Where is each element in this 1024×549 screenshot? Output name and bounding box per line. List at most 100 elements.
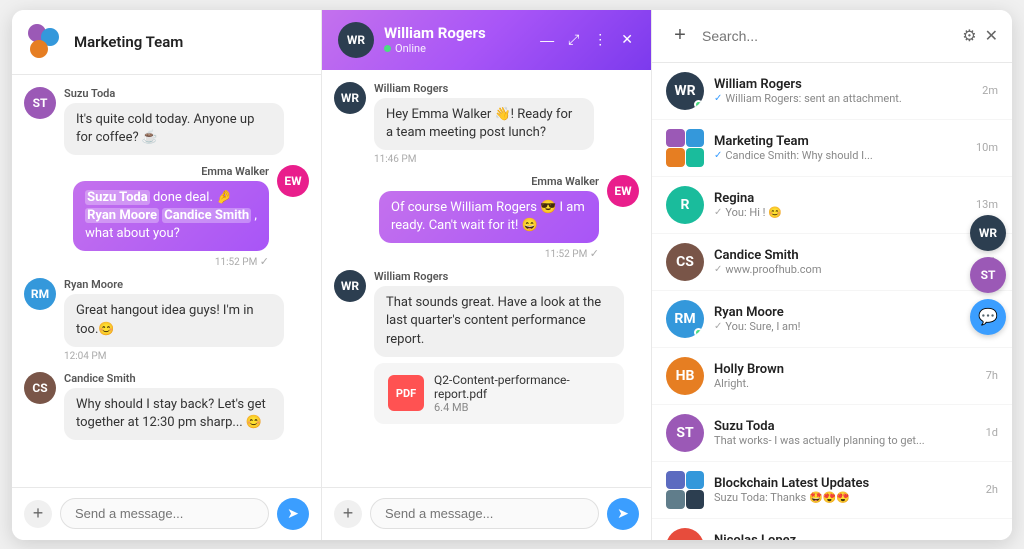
contact-preview: Suzu Toda: Thanks 🤩😍😍 — [714, 491, 976, 504]
contact-info: Holly Brown Alright. — [714, 362, 976, 390]
close-icon: ✕ — [985, 26, 998, 46]
contact-item-marketing-team[interactable]: Marketing Team ✓ Candice Smith: Why shou… — [652, 120, 1012, 177]
floating-avatar-suzu[interactable]: ST — [970, 257, 1006, 293]
contact-avatar: CS — [666, 243, 704, 281]
message-content: William Rogers That sounds great. Have a… — [374, 270, 624, 424]
contact-name: William Rogers — [714, 77, 972, 92]
attachment-size: 6.4 MB — [434, 401, 610, 414]
floating-avatar-william[interactable]: WR — [970, 215, 1006, 251]
dm-message-input[interactable] — [370, 498, 599, 529]
add-contact-button[interactable]: + — [666, 22, 694, 50]
settings-button[interactable]: ⚙ — [962, 26, 976, 46]
dm-chat-header: WR William Rogers Online — ⤢ ⋮ ✕ — [322, 10, 651, 70]
minimize-button[interactable]: — — [538, 30, 556, 50]
sender-name: William Rogers — [374, 270, 624, 283]
contact-item-candice-smith[interactable]: CS Candice Smith ✓ www.proofhub.com 1h — [652, 234, 1012, 291]
contact-info: Ryan Moore ✓ You: Sure, I am! — [714, 305, 976, 333]
check-icon: ✓ — [714, 150, 722, 161]
group-chat-header: Marketing Team — [12, 10, 321, 75]
contact-time: 2h — [986, 483, 998, 496]
group-avatar — [666, 129, 704, 167]
avatar: EW — [607, 175, 639, 207]
online-indicator — [694, 328, 703, 337]
contact-name: Ryan Moore — [714, 305, 976, 320]
add-attachment-button[interactable]: + — [334, 500, 362, 528]
close-button[interactable]: ✕ — [619, 29, 635, 50]
add-attachment-button[interactable]: + — [24, 500, 52, 528]
avatar: RM — [24, 278, 56, 310]
expand-button[interactable]: ⤢ — [566, 29, 581, 50]
group-chat-input-row: + ➤ — [12, 487, 321, 540]
contacts-list: WR William Rogers ✓ William Rogers: sent… — [652, 63, 1012, 540]
message-time: 11:46 PM — [374, 154, 594, 165]
message-row: EW Emma Walker Of course William Rogers … — [334, 175, 639, 260]
contact-item-suzu-toda[interactable]: ST Suzu Toda That works- I was actually … — [652, 405, 1012, 462]
contact-name: Candice Smith — [714, 248, 976, 263]
contact-time: 10m — [976, 141, 998, 154]
online-indicator — [384, 45, 391, 52]
attachment-bubble[interactable]: PDF Q2-Content-performance-report.pdf 6.… — [374, 363, 624, 424]
check-icon: ✓ — [714, 93, 722, 104]
contact-time: 7h — [986, 369, 998, 382]
message-row: ST Suzu Toda It's quite cold today. Anyo… — [24, 87, 309, 155]
send-message-button[interactable]: ➤ — [277, 498, 309, 530]
contact-name: Nicolas Lopez — [714, 533, 974, 540]
message-bubble: Suzu Toda done deal. 🤌 Ryan Moore Candic… — [73, 181, 269, 252]
close-panel-button[interactable]: ✕ — [985, 26, 998, 46]
message-row: RM Ryan Moore Great hangout idea guys! I… — [24, 278, 309, 361]
contact-name: Holly Brown — [714, 362, 976, 377]
contact-preview: ✓ You: Sure, I am! — [714, 320, 976, 333]
contact-item-blockchain[interactable]: Blockchain Latest Updates Suzu Toda: Tha… — [652, 462, 1012, 519]
message-content: Candice Smith Why should I stay back? Le… — [64, 372, 284, 440]
contact-item-holly-brown[interactable]: HB Holly Brown Alright. 7h — [652, 348, 1012, 405]
contact-info: William Rogers ✓ William Rogers: sent an… — [714, 77, 972, 105]
contact-item-william-rogers[interactable]: WR William Rogers ✓ William Rogers: sent… — [652, 63, 1012, 120]
contact-avatar: HB — [666, 357, 704, 395]
dm-chat-input-row: + ➤ — [322, 487, 651, 540]
group-message-input[interactable] — [60, 498, 269, 529]
send-icon: ➤ — [287, 505, 299, 522]
check-icon: ✓ — [714, 264, 722, 275]
send-message-button[interactable]: ➤ — [607, 498, 639, 530]
message-row: WR William Rogers That sounds great. Hav… — [334, 270, 639, 424]
avatar: CS — [24, 372, 56, 404]
contact-name: Blockchain Latest Updates — [714, 476, 976, 491]
attachment-info: Q2-Content-performance-report.pdf 6.4 MB — [434, 373, 610, 414]
message-row: WR William Rogers Hey Emma Walker 👋! Rea… — [334, 82, 639, 165]
message-bubble: Hey Emma Walker 👋! Ready for a team meet… — [374, 98, 594, 150]
contact-item-nicolas-lopez[interactable]: NL Nicolas Lopez lol 😎😎 1w — [652, 519, 1012, 540]
contact-avatar: ST — [666, 414, 704, 452]
contacts-header: + ⚙ ✕ — [652, 10, 1012, 63]
dm-chat-messages: WR William Rogers Hey Emma Walker 👋! Rea… — [322, 70, 651, 487]
header-icons: ⚙ ✕ — [962, 26, 998, 46]
message-content: Emma Walker Of course William Rogers 😎 I… — [379, 175, 599, 260]
avatar: WR — [338, 22, 374, 58]
contact-avatar: RM — [666, 300, 704, 338]
contact-info: Candice Smith ✓ www.proofhub.com — [714, 248, 976, 276]
contact-avatar: WR — [666, 72, 704, 110]
online-indicator — [694, 100, 703, 109]
contact-preview: ✓ www.proofhub.com — [714, 263, 976, 276]
contact-preview: ✓ William Rogers: sent an attachment. — [714, 92, 972, 105]
message-time: 11:52 PM ✓ — [73, 255, 269, 268]
more-options-button[interactable]: ⋮ — [591, 29, 609, 50]
contact-info: Suzu Toda That works- I was actually pla… — [714, 419, 976, 447]
search-input[interactable] — [702, 28, 954, 44]
group-chat-title: Marketing Team — [74, 33, 183, 51]
message-row: CS Candice Smith Why should I stay back?… — [24, 372, 309, 440]
message-time: 12:04 PM — [64, 351, 284, 362]
message-bubble: Why should I stay back? Let's get togeth… — [64, 388, 284, 440]
contact-item-regina[interactable]: R Regina ✓ You: Hi ! 😊 13m — [652, 177, 1012, 234]
floating-chat-button[interactable]: 💬 — [970, 299, 1006, 335]
dm-header-actions: — ⤢ ⋮ ✕ — [538, 29, 635, 50]
check-icon: ✓ — [714, 321, 722, 332]
sender-name: Emma Walker — [73, 165, 269, 178]
sender-name: Candice Smith — [64, 372, 284, 385]
sender-name: Suzu Toda — [64, 87, 284, 100]
contact-preview: Alright. — [714, 377, 976, 390]
floating-avatars: WR ST 💬 — [964, 209, 1012, 341]
contact-item-ryan-moore[interactable]: RM Ryan Moore ✓ You: Sure, I am! 5h — [652, 291, 1012, 348]
contact-time: 2m — [982, 84, 998, 97]
contact-info: Nicolas Lopez lol 😎😎 — [714, 533, 974, 540]
dm-chat-panel: WR William Rogers Online — ⤢ ⋮ ✕ — [322, 10, 652, 540]
